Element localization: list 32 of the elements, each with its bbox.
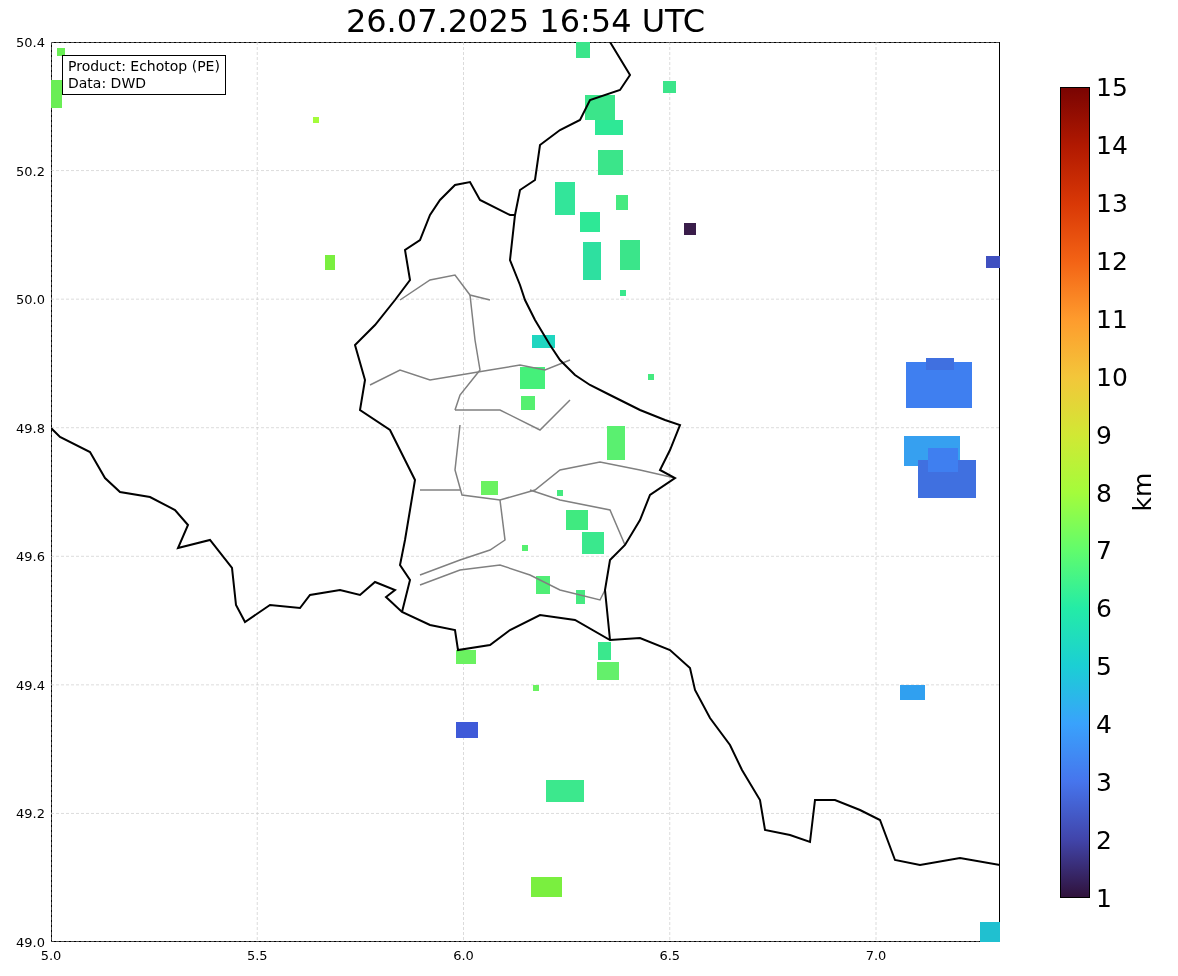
y-tick-label: 50.4: [16, 34, 45, 50]
colorbar-tick-label: 7: [1096, 535, 1112, 565]
colorbar-tick-label: 12: [1096, 246, 1128, 276]
y-tick-label: 50.0: [16, 291, 45, 307]
y-tick-label: 49.0: [16, 934, 45, 950]
y-tick-label: 50.2: [16, 163, 45, 179]
colorbar-tick-label: 14: [1096, 130, 1128, 160]
colorbar-tick-label: 11: [1096, 304, 1128, 334]
colorbar-tick-label: 15: [1096, 72, 1128, 102]
colorbar-tick-label: 10: [1096, 362, 1128, 392]
colorbar-tick-label: 8: [1096, 478, 1112, 507]
colorbar-tick-label: 5: [1096, 651, 1112, 681]
x-tick-label: 6.5: [659, 948, 681, 963]
y-tick-label: 49.2: [16, 805, 45, 821]
colorbar-tick-label: 9: [1096, 420, 1112, 450]
x-tick-label: 5.0: [40, 948, 62, 963]
y-tick-label: 49.8: [16, 420, 45, 436]
colorbar-tick-label: 1: [1096, 883, 1112, 913]
y-tick-label: 49.4: [16, 677, 45, 693]
colorbar-tick-label: 13: [1096, 188, 1128, 218]
x-tick-label: 7.0: [865, 948, 887, 963]
x-tick-label: 5.5: [246, 948, 268, 963]
colorbar-tick-label: 2: [1096, 825, 1112, 855]
colorbar-tick-label: 3: [1096, 767, 1112, 797]
legend-text: Data: DWD: [68, 75, 147, 92]
colorbar-tick-label: 6: [1096, 593, 1112, 623]
x-tick-label: 6.0: [453, 948, 474, 963]
chart-title: 26.07.2025 16:54 UTC: [344, 1, 707, 42]
colorbar-label: km: [1127, 472, 1157, 512]
y-tick-label: 49.6: [16, 548, 45, 564]
legend-text: Product: Echotop (PE): [68, 58, 220, 75]
colorbar-tick-label: 4: [1096, 709, 1112, 739]
